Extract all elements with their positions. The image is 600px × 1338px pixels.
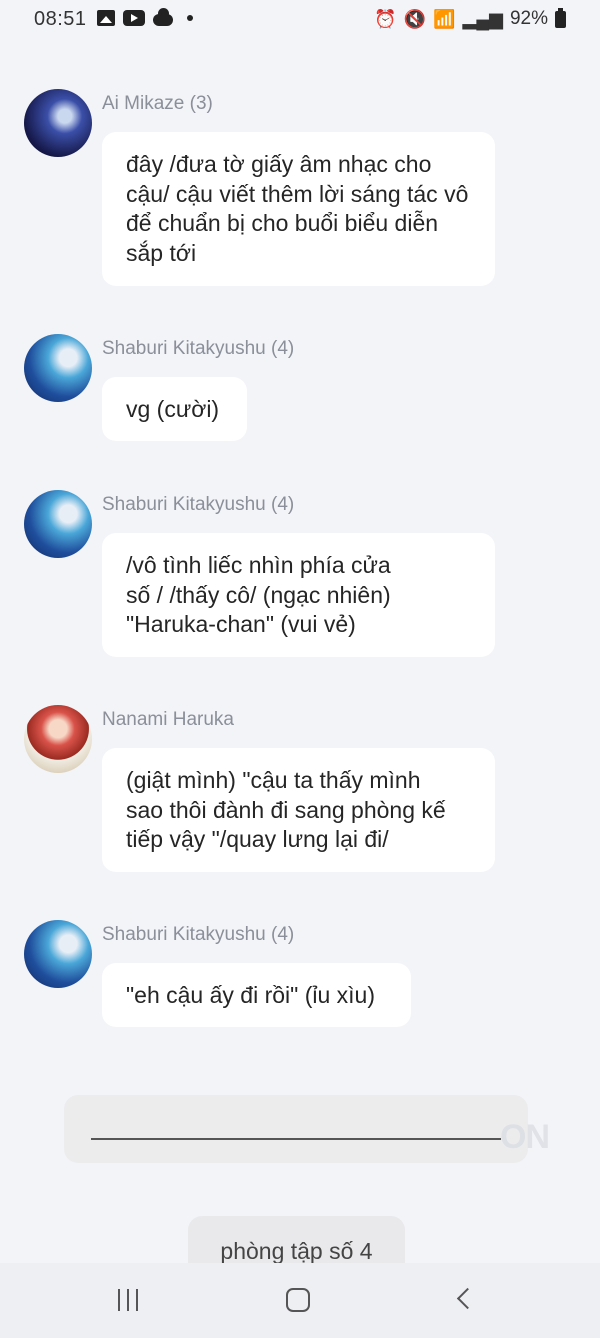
status-right-icons: ⏰ 🔇 📶 ▂▄▆ 92% [374,7,566,30]
message-input[interactable] [64,1095,528,1163]
message-bubble[interactable]: /vô tình liếc nhìn phía cửa số / /thấy c… [102,533,495,657]
recents-icon[interactable] [118,1289,138,1311]
sender-name: Shaburi Kitakyushu (4) [102,924,295,945]
status-bar: 08:51 ⏰ 🔇 📶 ▂▄▆ 92% [0,0,600,40]
battery-percent: 92% [509,8,548,29]
youtube-icon [123,10,145,26]
sender-name: Shaburi Kitakyushu (4) [102,494,295,515]
avatar[interactable] [24,334,92,402]
signal-icon: ▂▄▆ [462,8,503,29]
sender-name: Ai Mikaze (3) [102,93,213,114]
status-time: 08:51 [34,8,87,30]
avatar[interactable] [24,920,92,988]
mute-icon: 🔇 [403,8,427,29]
avatar[interactable] [24,89,92,157]
message-bubble[interactable]: vg (cười) [102,377,247,441]
input-underline [91,1138,501,1140]
message-bubble[interactable]: "eh cậu ấy đi rồi" (ỉu xìu) [102,963,411,1027]
back-icon[interactable] [456,1287,479,1310]
status-left-icons [97,7,193,26]
message-bubble[interactable]: (giật mình) "cậu ta thấy mình sao thôi đ… [102,748,495,872]
dot-icon [187,15,193,21]
alarm-icon: ⏰ [374,8,397,29]
wifi-icon: 📶 [433,8,456,29]
navigation-bar [0,1263,600,1338]
battery-icon [555,7,566,28]
home-icon[interactable] [286,1288,310,1312]
message-bubble[interactable]: đây /đưa tờ giấy âm nhạc cho cậu/ cậu vi… [102,132,495,286]
avatar[interactable] [24,705,92,773]
sender-name: Shaburi Kitakyushu (4) [102,338,295,359]
cloud-icon [153,7,173,26]
avatar[interactable] [24,490,92,558]
gallery-icon [97,10,115,26]
watermark-logo: ON [500,1118,550,1156]
sender-name: Nanami Haruka [102,709,234,730]
